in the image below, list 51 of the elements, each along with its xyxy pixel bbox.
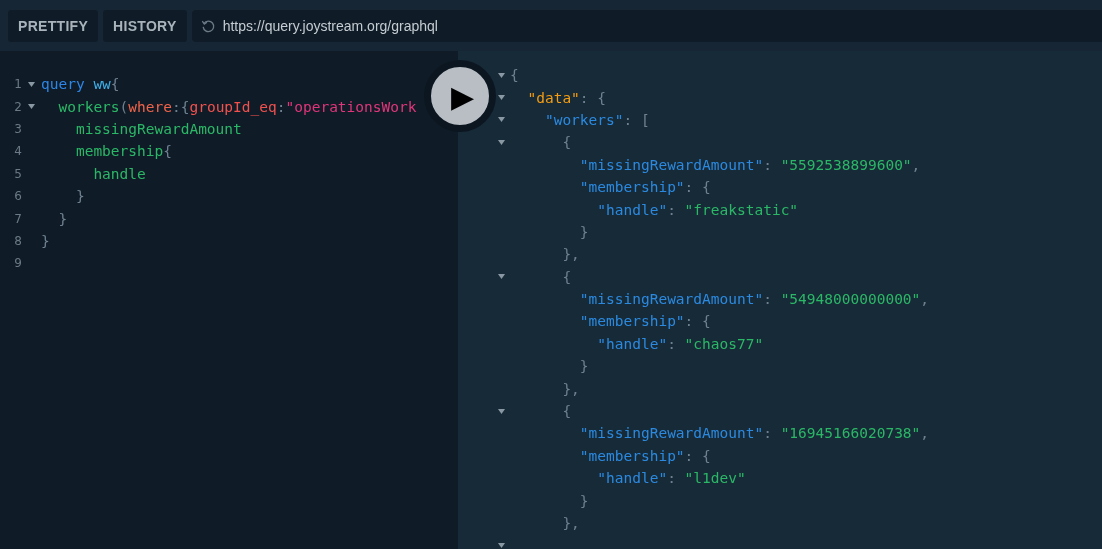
fold-arrow-icon[interactable] bbox=[497, 72, 505, 78]
result-line: { bbox=[561, 403, 572, 420]
toolbar-button[interactable]: HISTORY bbox=[103, 9, 187, 42]
fold-arrow-icon[interactable] bbox=[497, 117, 505, 123]
url-field[interactable]: https://query.joystream.org/graphql bbox=[191, 9, 1102, 42]
result-line: "handle": "chaos77" bbox=[596, 335, 764, 352]
result-line: } bbox=[578, 223, 589, 240]
result-line: { bbox=[510, 67, 519, 84]
code-line: missingRewardAmount bbox=[74, 120, 242, 137]
line-number: 1 bbox=[13, 77, 22, 92]
code-line: } bbox=[57, 210, 68, 227]
result-line: "missingRewardAmount": "54948000000000", bbox=[578, 291, 930, 308]
result-line: }, bbox=[561, 380, 580, 397]
result-line: }, bbox=[561, 515, 580, 531]
code-line: handle bbox=[92, 165, 146, 182]
line-number: 5 bbox=[13, 166, 22, 181]
code-line: } bbox=[41, 232, 50, 249]
result-line: "membership": { bbox=[578, 447, 711, 464]
fold-arrow-icon[interactable] bbox=[497, 274, 505, 280]
result-line: "membership": { bbox=[578, 313, 711, 330]
line-number: 6 bbox=[13, 189, 22, 204]
result-line: "missingRewardAmount": "16945166020738", bbox=[578, 425, 930, 442]
line-number: 8 bbox=[13, 233, 22, 248]
result-line: "data": { bbox=[526, 89, 607, 106]
result-line: "handle": "freakstatic" bbox=[596, 201, 799, 218]
refresh-icon[interactable] bbox=[200, 18, 215, 33]
result-line: }, bbox=[561, 246, 580, 263]
toolbar-button[interactable]: PRETTIFY bbox=[8, 9, 99, 42]
fold-arrow-icon[interactable] bbox=[28, 104, 35, 110]
result-line: "workers": [ bbox=[543, 111, 650, 128]
line-number: 2 bbox=[13, 99, 22, 114]
line-number: 9 bbox=[13, 256, 22, 271]
result-line: "handle": "l1dev" bbox=[596, 470, 746, 487]
line-number: 3 bbox=[13, 121, 22, 136]
line-number: 4 bbox=[13, 144, 22, 159]
result-line: "membership": { bbox=[578, 179, 711, 196]
result-line: { bbox=[561, 134, 572, 151]
fold-arrow-icon[interactable] bbox=[497, 95, 505, 101]
line-number: 7 bbox=[13, 211, 22, 226]
code-line: query ww{ bbox=[41, 76, 120, 93]
code-line: membership{ bbox=[74, 143, 172, 160]
result-line: "missingRewardAmount": "5592538899600", bbox=[578, 156, 921, 173]
code-line: workers(where:{groupId_eq:"operationsWork bbox=[57, 98, 417, 115]
fold-arrow-icon[interactable] bbox=[497, 139, 505, 145]
result-line: } bbox=[578, 492, 589, 509]
fold-arrow-icon[interactable] bbox=[497, 408, 505, 414]
result-line: } bbox=[578, 358, 589, 375]
fold-arrow-icon[interactable] bbox=[28, 81, 35, 87]
code-line: } bbox=[74, 188, 85, 205]
result-line: { bbox=[561, 268, 572, 285]
fold-arrow-icon[interactable] bbox=[497, 542, 505, 548]
